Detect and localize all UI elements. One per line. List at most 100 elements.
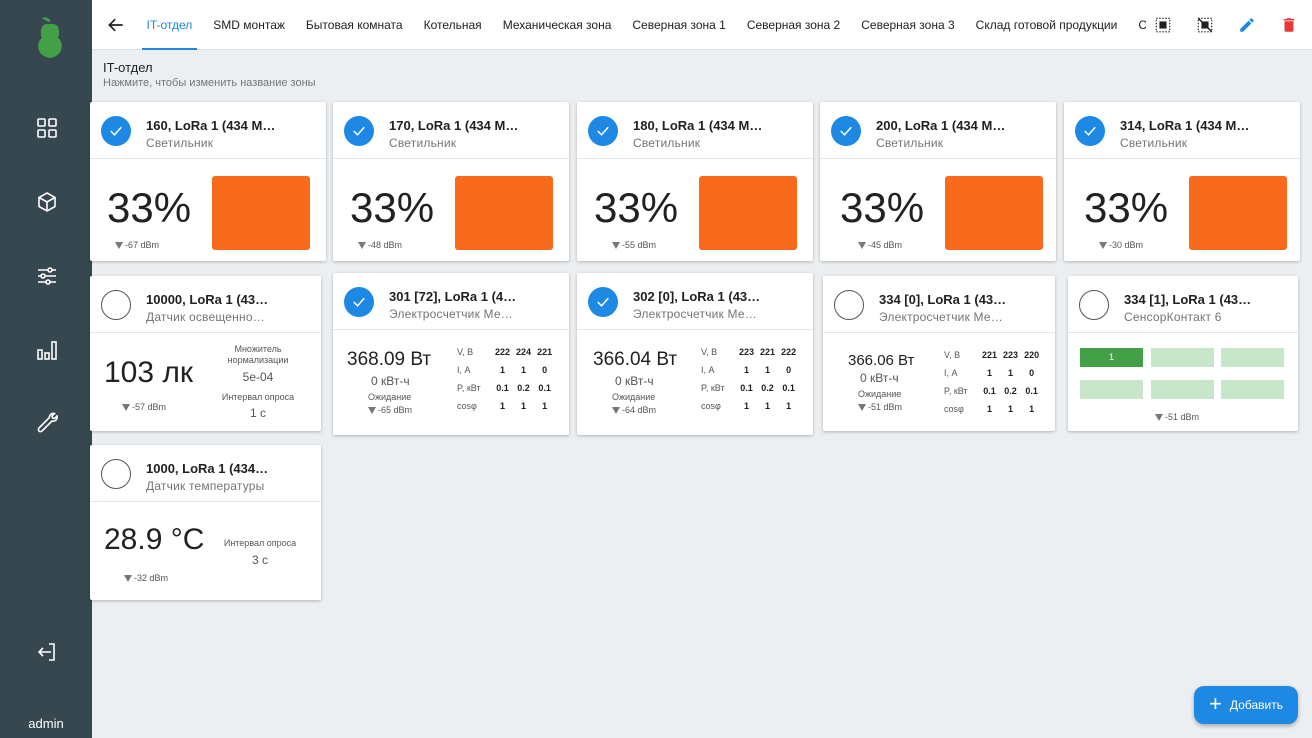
- wifi-icon: [858, 241, 866, 249]
- tab-north-3[interactable]: Северная зона 3: [851, 0, 965, 50]
- device-title: 10000, LoRa 1 (43…: [146, 292, 269, 307]
- brightness-value: 33%: [840, 184, 925, 231]
- lamp-color-swatch[interactable]: [455, 176, 553, 250]
- wifi-icon: [124, 574, 132, 582]
- add-device-button[interactable]: + Добавить: [1194, 686, 1298, 724]
- device-card-power-meter[interactable]: 301 [72], LoRa 1 (4… Электросчетчик Ме… …: [333, 273, 569, 435]
- phase-table: V, В 222 224 221 I, А110 P, кВт 0.1 0.2 0.1 co…: [454, 343, 555, 415]
- poll-interval-label: Интервал опроса: [221, 392, 295, 402]
- tab-smd[interactable]: SMD монтаж: [203, 0, 296, 50]
- tab-north-2[interactable]: Северная зона 2: [736, 0, 850, 50]
- lamp-color-swatch[interactable]: [945, 176, 1043, 250]
- multiplier-label: Множитель нормализации: [227, 344, 289, 365]
- tab-it[interactable]: IT-отдел: [136, 0, 203, 50]
- wifi-icon: [1155, 413, 1163, 421]
- selected-check-icon[interactable]: [344, 116, 374, 146]
- unselected-circle-icon[interactable]: [101, 290, 131, 320]
- contact-6-indicator: [1221, 380, 1284, 399]
- selected-check-icon[interactable]: [588, 116, 618, 146]
- device-type: Датчик температуры: [146, 479, 265, 493]
- unselected-circle-icon[interactable]: [1079, 290, 1109, 320]
- device-title: 170, LoRa 1 (434 M…: [389, 118, 519, 133]
- contact-2-indicator: [1151, 348, 1214, 367]
- energy-total: 0 кВт-ч: [615, 374, 654, 388]
- lamp-color-swatch[interactable]: [1189, 176, 1287, 250]
- table-row: V, В 222 224 221: [457, 347, 553, 357]
- wifi-icon: [368, 406, 376, 414]
- device-type: Электросчетчик Ме…: [633, 307, 757, 321]
- unselected-circle-icon[interactable]: [101, 459, 131, 489]
- temperature-value: 28.9 °C: [104, 523, 205, 556]
- device-card-power-meter[interactable]: 302 [0], LoRa 1 (43… Электросчетчик Ме… …: [577, 273, 813, 435]
- signal-strength: -65 dBm: [368, 405, 412, 415]
- tab-household[interactable]: Бытовая комната: [295, 0, 413, 50]
- poll-interval-value: 1 с: [249, 406, 266, 420]
- device-type: Светильник: [633, 136, 701, 150]
- device-card-lamp[interactable]: 180, LoRa 1 (434 M… Светильник 33% -55 d…: [577, 102, 813, 261]
- select-all-icon[interactable]: [1152, 14, 1174, 36]
- topbar: IT-отдел SMD монтаж Бытовая комната Коте…: [92, 0, 1312, 50]
- selected-check-icon[interactable]: [1075, 116, 1105, 146]
- back-arrow-icon[interactable]: [96, 0, 136, 50]
- tab-boiler[interactable]: Котельная: [413, 0, 492, 50]
- zone-tabs: IT-отдел SMD монтаж Бытовая комната Коте…: [136, 0, 1146, 50]
- delete-icon[interactable]: [1278, 14, 1300, 36]
- wifi-icon: [612, 241, 620, 249]
- selected-check-icon[interactable]: [831, 116, 861, 146]
- device-card-power-meter[interactable]: 334 [0], LoRa 1 (43… Электросчетчик Ме… …: [823, 276, 1055, 431]
- wifi-icon: [858, 403, 866, 411]
- energy-total: 0 кВт-ч: [860, 371, 899, 385]
- wrench-icon[interactable]: [34, 409, 60, 435]
- tab-warehouse[interactable]: Склад готовой продукции: [965, 0, 1128, 50]
- device-card-lamp[interactable]: 170, LoRa 1 (434 M… Светильник 33% -48 d…: [333, 102, 569, 261]
- poll-interval-label: Интервал опроса: [223, 538, 297, 548]
- lamp-color-swatch[interactable]: [699, 176, 797, 250]
- device-card-lamp[interactable]: 160, LoRa 1 (434 M… Светильник 33% -67 d…: [90, 102, 326, 261]
- tab-north-1[interactable]: Северная зона 1: [622, 0, 736, 50]
- edit-icon[interactable]: [1236, 14, 1258, 36]
- signal-strength: -51 dBm: [1155, 412, 1199, 422]
- add-button-label: Добавить: [1229, 698, 1283, 712]
- device-type: Электросчетчик Ме…: [389, 307, 513, 321]
- device-card-temperature-sensor[interactable]: 1000, LoRa 1 (434… Датчик температуры 28…: [90, 445, 321, 600]
- meter-state: Ожидание: [368, 392, 412, 402]
- device-type: Электросчетчик Ме…: [879, 310, 1003, 324]
- device-card-lamp[interactable]: 200, LoRa 1 (434 M… Светильник 33% -45 d…: [820, 102, 1056, 261]
- user-name[interactable]: admin: [0, 716, 92, 731]
- selected-check-icon[interactable]: [588, 287, 618, 317]
- device-card-contact-sensor[interactable]: 334 [1], LoRa 1 (43… СенсорКонтакт 6 1 -…: [1068, 276, 1298, 431]
- selected-check-icon[interactable]: [344, 287, 374, 317]
- tab-mechanical[interactable]: Механическая зона: [492, 0, 622, 50]
- active-power: 368.09 Вт: [347, 349, 432, 370]
- table-row: cosφ 1 1 1: [457, 401, 548, 411]
- device-type: Светильник: [389, 136, 457, 150]
- plus-icon: +: [1209, 691, 1222, 716]
- brightness-value: 33%: [1084, 184, 1169, 231]
- device-title: 302 [0], LoRa 1 (43…: [633, 289, 761, 304]
- illuminance-value: 103 лк: [104, 356, 194, 389]
- selected-check-icon[interactable]: [101, 116, 131, 146]
- wifi-icon: [358, 241, 366, 249]
- device-type: Светильник: [146, 136, 214, 150]
- device-type: Светильник: [876, 136, 944, 150]
- unselected-circle-icon[interactable]: [834, 290, 864, 320]
- lamp-color-swatch[interactable]: [212, 176, 310, 250]
- cube-icon[interactable]: [34, 189, 60, 215]
- device-card-lamp[interactable]: 314, LoRa 1 (434 M… Светильник 33% -30 d…: [1064, 102, 1300, 261]
- table-row: P, кВт 0.1 0.2 0.1: [701, 383, 795, 393]
- sliders-icon[interactable]: [34, 263, 60, 289]
- table-row: cosφ 1 1 1: [701, 401, 792, 411]
- device-type: СенсорКонтакт 6: [1124, 310, 1222, 324]
- logout-icon[interactable]: [34, 639, 60, 665]
- tab-warehouse-2[interactable]: Скл: [1128, 0, 1146, 50]
- table-row: V, В 223 221 222: [701, 347, 797, 357]
- dashboard-icon[interactable]: [34, 115, 60, 141]
- sidebar: admin: [0, 0, 92, 738]
- bar-chart-icon[interactable]: [34, 337, 60, 363]
- deselect-icon[interactable]: [1194, 14, 1216, 36]
- phase-table: V, В 221 223 220 I, А110 P, кВт 0.1 0.2 0.1 co…: [941, 346, 1042, 418]
- table-row: P, кВт 0.1 0.2 0.1: [457, 383, 551, 393]
- signal-strength: -55 dBm: [612, 240, 656, 250]
- zone-title[interactable]: IT-отдел: [103, 60, 153, 75]
- device-card-light-sensor[interactable]: 10000, LoRa 1 (43… Датчик освещенно… 103…: [90, 276, 321, 431]
